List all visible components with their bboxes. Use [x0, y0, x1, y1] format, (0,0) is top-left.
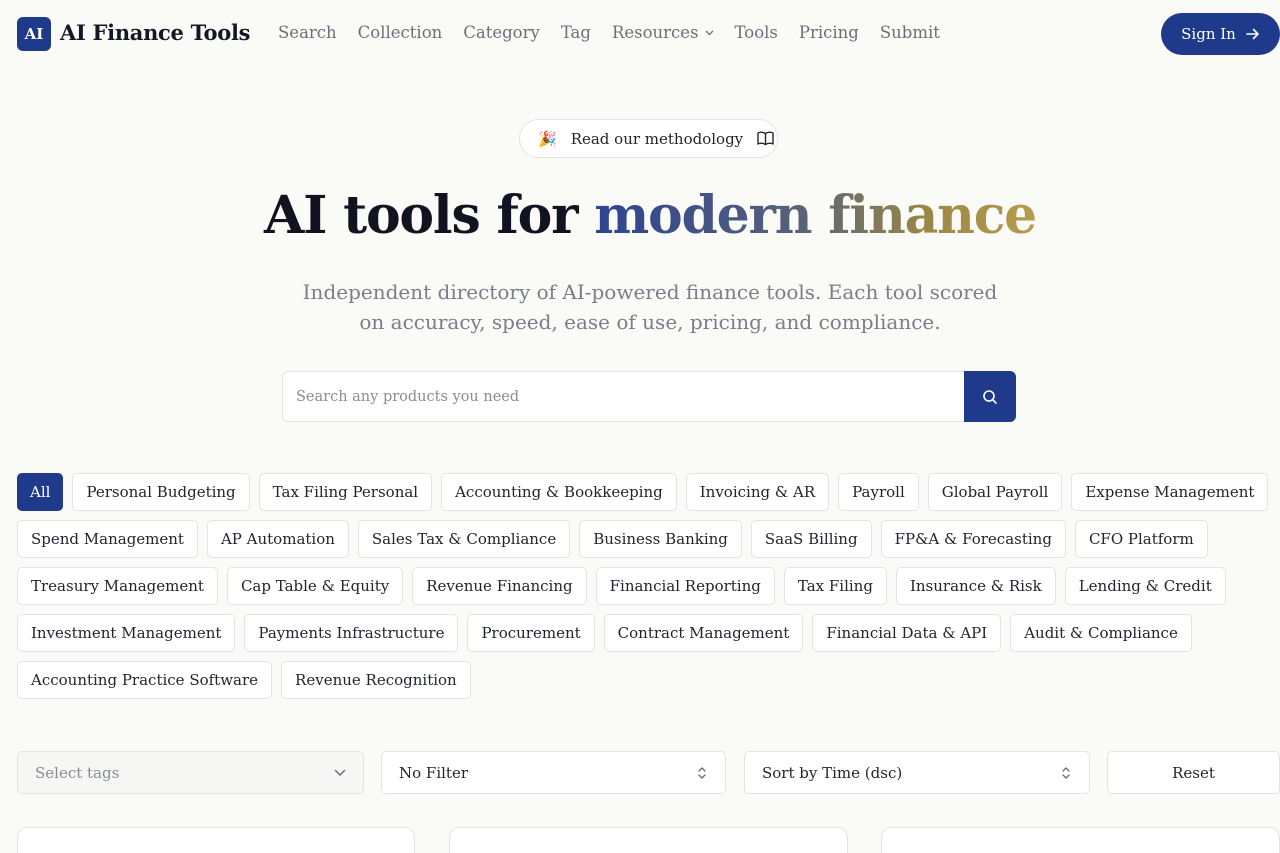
nav-tag[interactable]: Tag: [561, 23, 591, 42]
main-nav: Search Collection Category Tag Resources…: [278, 23, 961, 42]
category-chip[interactable]: Financial Reporting: [595, 567, 775, 605]
party-emoji-icon: 🎉: [538, 129, 557, 148]
category-chip[interactable]: Expense Management: [1071, 473, 1269, 511]
hero-title-plain: AI tools for: [263, 185, 595, 246]
category-row: Investment Management Payments Infrastru…: [17, 614, 1280, 652]
book-open-icon: [757, 131, 774, 146]
category-chip[interactable]: Business Banking: [579, 520, 742, 558]
hero-title: AI tools for modern finance: [0, 185, 1280, 246]
category-chips: All Personal Budgeting Tax Filing Person…: [17, 473, 1280, 708]
category-chip[interactable]: Investment Management: [17, 614, 236, 652]
category-chip[interactable]: Spend Management: [17, 520, 198, 558]
sort-select[interactable]: Sort by Time (dsc): [744, 751, 1090, 794]
category-chip[interactable]: Financial Data & API: [812, 614, 1002, 652]
search-bar: [282, 371, 1016, 422]
search-icon: [983, 389, 997, 404]
category-chip[interactable]: AP Automation: [206, 520, 349, 558]
category-chip[interactable]: Contract Management: [603, 614, 804, 652]
tool-card[interactable]: [449, 827, 848, 853]
category-row: Treasury Management Cap Table & Equity R…: [17, 567, 1280, 605]
chevron-down-icon: [334, 769, 346, 777]
filter-select-value: No Filter: [399, 763, 469, 782]
category-chip[interactable]: Procurement: [467, 614, 595, 652]
category-chip[interactable]: Personal Budgeting: [72, 473, 250, 511]
nav-tools[interactable]: Tools: [735, 23, 778, 42]
search-input[interactable]: [282, 371, 966, 422]
category-chip[interactable]: Lending & Credit: [1064, 567, 1226, 605]
category-chip[interactable]: Cap Table & Equity: [226, 567, 404, 605]
chevron-down-icon: [705, 30, 713, 35]
category-chip[interactable]: Payments Infrastructure: [244, 614, 459, 652]
reset-label: Reset: [1172, 763, 1215, 782]
category-chip[interactable]: Insurance & Risk: [895, 567, 1056, 605]
category-chip[interactable]: FP&A & Forecasting: [880, 520, 1066, 558]
sort-select-value: Sort by Time (dsc): [762, 763, 903, 782]
category-chip[interactable]: CFO Platform: [1074, 520, 1208, 558]
logo-badge[interactable]: AI: [17, 17, 51, 51]
sign-in-label: Sign In: [1181, 25, 1236, 43]
sign-in-button[interactable]: Sign In: [1161, 13, 1280, 55]
nav-resources-label: Resources: [611, 23, 699, 42]
category-chip[interactable]: SaaS Billing: [750, 520, 872, 558]
tool-card[interactable]: [881, 827, 1280, 853]
category-chip[interactable]: Invoicing & AR: [685, 473, 830, 511]
chevron-up-down-icon: [1062, 767, 1070, 779]
category-chip[interactable]: Tax Filing Personal: [258, 473, 433, 511]
category-row: All Personal Budgeting Tax Filing Person…: [17, 473, 1280, 511]
methodology-pill[interactable]: 🎉 Read our methodology: [519, 119, 778, 158]
nav-collection[interactable]: Collection: [358, 23, 443, 42]
category-chip[interactable]: Audit & Compliance: [1010, 614, 1192, 652]
search-button[interactable]: [964, 371, 1016, 422]
category-chip[interactable]: Accounting & Bookkeeping: [441, 473, 677, 511]
category-chip[interactable]: Revenue Recognition: [281, 661, 471, 699]
filter-select[interactable]: No Filter: [381, 751, 726, 794]
nav-search[interactable]: Search: [278, 23, 337, 42]
hero-title-accent: modern finance: [594, 185, 1037, 246]
arrow-right-icon: [1246, 28, 1259, 40]
nav-submit[interactable]: Submit: [880, 23, 940, 42]
category-chip[interactable]: Accounting Practice Software: [17, 661, 273, 699]
reset-button[interactable]: Reset: [1107, 751, 1280, 794]
methodology-label: Read our methodology: [570, 129, 744, 148]
chevron-up-down-icon: [698, 767, 706, 779]
category-chip[interactable]: Payroll: [838, 473, 919, 511]
tool-card[interactable]: [17, 827, 415, 853]
nav-category[interactable]: Category: [463, 23, 540, 42]
category-chip[interactable]: Sales Tax & Compliance: [357, 520, 571, 558]
category-row: Accounting Practice Software Revenue Rec…: [17, 661, 1280, 699]
category-chip[interactable]: Tax Filing: [783, 567, 887, 605]
category-row: Spend Management AP Automation Sales Tax…: [17, 520, 1280, 558]
site-header: AI AI Finance Tools Search Collection Ca…: [0, 0, 1280, 68]
site-name[interactable]: AI Finance Tools: [60, 20, 250, 45]
category-chip[interactable]: Revenue Financing: [412, 567, 587, 605]
nav-pricing[interactable]: Pricing: [799, 23, 859, 42]
category-chip[interactable]: Global Payroll: [927, 473, 1063, 511]
select-tags-dropdown[interactable]: Select tags: [17, 751, 364, 794]
category-chip-all[interactable]: All: [17, 473, 64, 511]
nav-resources[interactable]: Resources: [612, 23, 714, 42]
hero-subtitle: Independent directory of AI-powered fina…: [302, 280, 998, 334]
select-tags-placeholder: Select tags: [35, 763, 120, 782]
category-chip[interactable]: Treasury Management: [17, 567, 218, 605]
